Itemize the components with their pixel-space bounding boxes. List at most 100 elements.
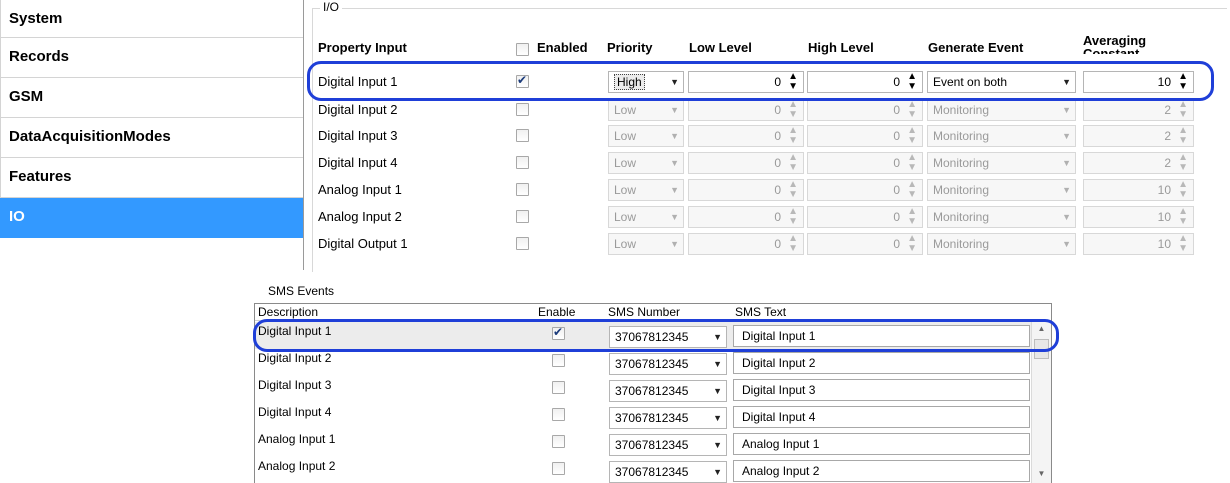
io-row-priority-select[interactable]: Low ▼ (608, 99, 684, 121)
io-row-generate-event-select[interactable]: Monitoring ▼ (927, 206, 1076, 228)
sidebar-item-features[interactable]: Features (0, 158, 303, 198)
spinner-arrows-icon[interactable]: ▲ ▼ (907, 153, 917, 173)
sms-row-number-select[interactable]: 37067812345 ▼ (609, 407, 727, 429)
io-row-enabled-checkbox[interactable] (516, 156, 529, 169)
sms-row-number-select[interactable]: 37067812345 ▼ (609, 380, 727, 402)
sms-row-number-select[interactable]: 37067812345 ▼ (609, 353, 727, 375)
io-row-averaging-spinner[interactable]: 10 ▲ ▼ (1083, 233, 1194, 255)
sms-row-enable-checkbox[interactable] (552, 408, 565, 421)
io-row-low-level-spinner[interactable]: 0 ▲ ▼ (688, 71, 804, 93)
sms-row-text-input[interactable]: Digital Input 2 (733, 352, 1030, 374)
sms-row[interactable]: Digital Input 2 37067812345 ▼ Digital Input… (255, 349, 1031, 376)
spinner-arrows-icon[interactable]: ▲ ▼ (1178, 180, 1188, 200)
io-row-high-level-spinner[interactable]: 0 ▲ ▼ (807, 206, 923, 228)
io-row-priority-select[interactable]: Low ▼ (608, 206, 684, 228)
io-row-enabled-checkbox[interactable] (516, 73, 529, 88)
scroll-up-icon[interactable]: ▲ (1032, 321, 1051, 337)
sms-header-enable: Enable (538, 305, 576, 319)
io-row-high-level-spinner[interactable]: 0 ▲ ▼ (807, 99, 923, 121)
sms-row-text-input[interactable]: Digital Input 4 (733, 406, 1030, 428)
spinner-arrows-icon[interactable]: ▲ ▼ (788, 153, 798, 173)
spinner-arrows-icon[interactable]: ▲ ▼ (1178, 234, 1188, 254)
io-row-priority-select[interactable]: Low ▼ (608, 233, 684, 255)
spinner-arrows-icon[interactable]: ▲ ▼ (1178, 153, 1188, 173)
spinner-arrows-icon[interactable]: ▲ ▼ (907, 180, 917, 200)
io-row-generate-event-select[interactable]: Monitoring ▼ (927, 125, 1076, 147)
io-row-averaging-spinner[interactable]: 10 ▲ ▼ (1083, 71, 1194, 93)
spinner-arrows-icon[interactable]: ▲ ▼ (907, 72, 917, 92)
io-row-high-level-spinner[interactable]: 0 ▲ ▼ (807, 71, 923, 93)
spinner-arrows-icon[interactable]: ▲ ▼ (788, 100, 798, 120)
sms-row-enable-checkbox[interactable] (552, 462, 565, 475)
spinner-arrows-icon[interactable]: ▲ ▼ (788, 72, 798, 92)
spinner-arrows-icon[interactable]: ▲ ▼ (1178, 72, 1188, 92)
sidebar-item-records[interactable]: Records (0, 38, 303, 78)
io-row-enabled-checkbox[interactable] (516, 103, 529, 116)
io-row-low-level-spinner[interactable]: 0 ▲ ▼ (688, 206, 804, 228)
sms-row-enable-checkbox[interactable] (552, 435, 565, 448)
io-row-low-level-spinner[interactable]: 0 ▲ ▼ (688, 99, 804, 121)
io-row-high-level-spinner[interactable]: 0 ▲ ▼ (807, 233, 923, 255)
sidebar-item-data-acquisition-modes[interactable]: DataAcquisitionModes (0, 118, 303, 158)
io-row-averaging-spinner[interactable]: 10 ▲ ▼ (1083, 179, 1194, 201)
spinner-arrows-icon[interactable]: ▲ ▼ (1178, 126, 1188, 146)
sms-row[interactable]: Digital Input 3 37067812345 ▼ Digital Input… (255, 376, 1031, 403)
io-row-averaging-spinner[interactable]: 2 ▲ ▼ (1083, 152, 1194, 174)
sms-row-enable-checkbox[interactable] (552, 325, 565, 340)
io-row-low-level-spinner[interactable]: 0 ▲ ▼ (688, 233, 804, 255)
io-row-priority-select[interactable]: High ▼ (608, 71, 684, 93)
sms-row-text-input[interactable]: Digital Input 3 (733, 379, 1030, 401)
io-row-priority-select[interactable]: Low ▼ (608, 179, 684, 201)
sms-row-text-input[interactable]: Digital Input 1 (733, 325, 1030, 347)
spinner-arrows-icon[interactable]: ▲ ▼ (788, 207, 798, 227)
spinner-arrows-icon[interactable]: ▲ ▼ (907, 100, 917, 120)
spinner-arrows-icon[interactable]: ▲ ▼ (788, 234, 798, 254)
sms-row-number-select[interactable]: 37067812345 ▼ (609, 434, 727, 456)
io-row-low-level-spinner[interactable]: 0 ▲ ▼ (688, 179, 804, 201)
io-row-enabled-checkbox[interactable] (516, 183, 529, 196)
spinner-arrows-icon[interactable]: ▲ ▼ (1178, 100, 1188, 120)
enabled-all-checkbox[interactable] (516, 43, 529, 56)
scroll-thumb[interactable] (1034, 339, 1049, 359)
io-row-high-level-spinner[interactable]: 0 ▲ ▼ (807, 179, 923, 201)
io-row-priority-select[interactable]: Low ▼ (608, 125, 684, 147)
io-row-enabled-checkbox[interactable] (516, 129, 529, 142)
io-row-averaging-spinner[interactable]: 2 ▲ ▼ (1083, 125, 1194, 147)
sms-row-text-input[interactable]: Analog Input 1 (733, 433, 1030, 455)
sms-row[interactable]: Analog Input 1 37067812345 ▼ Analog Input 1 (255, 430, 1031, 457)
sms-row[interactable]: Digital Input 1 37067812345 ▼ Digital Input… (255, 322, 1031, 349)
io-row-averaging-spinner[interactable]: 10 ▲ ▼ (1083, 206, 1194, 228)
io-row-high-level-spinner[interactable]: 0 ▲ ▼ (807, 125, 923, 147)
io-row-averaging-spinner[interactable]: 2 ▲ ▼ (1083, 99, 1194, 121)
spinner-arrows-icon[interactable]: ▲ ▼ (907, 126, 917, 146)
sidebar-item-io[interactable]: IO (0, 198, 303, 238)
sms-row-number-select[interactable]: 37067812345 ▼ (609, 461, 727, 483)
io-row-low-level-spinner[interactable]: 0 ▲ ▼ (688, 125, 804, 147)
sms-row-enable-checkbox[interactable] (552, 354, 565, 367)
scroll-down-icon[interactable]: ▼ (1032, 466, 1051, 482)
io-row-generate-event-select[interactable]: Monitoring ▼ (927, 233, 1076, 255)
spinner-arrows-icon[interactable]: ▲ ▼ (907, 234, 917, 254)
io-row-low-level-spinner[interactable]: 0 ▲ ▼ (688, 152, 804, 174)
sidebar-item-gsm[interactable]: GSM (0, 78, 303, 118)
sms-row[interactable]: Digital Input 4 37067812345 ▼ Digital Input… (255, 403, 1031, 430)
sms-row-enable-checkbox[interactable] (552, 381, 565, 394)
spinner-arrows-icon[interactable]: ▲ ▼ (788, 180, 798, 200)
io-row-priority-select[interactable]: Low ▼ (608, 152, 684, 174)
sms-row-number-value: 37067812345 (615, 330, 689, 344)
io-row-generate-event-select[interactable]: Event on both ▼ (927, 71, 1076, 93)
spinner-arrows-icon[interactable]: ▲ ▼ (1178, 207, 1188, 227)
spinner-arrows-icon[interactable]: ▲ ▼ (907, 207, 917, 227)
io-row-generate-event-select[interactable]: Monitoring ▼ (927, 152, 1076, 174)
io-row-enabled-checkbox[interactable] (516, 237, 529, 250)
io-row-generate-event-select[interactable]: Monitoring ▼ (927, 99, 1076, 121)
io-row-high-level-spinner[interactable]: 0 ▲ ▼ (807, 152, 923, 174)
io-row-enabled-checkbox[interactable] (516, 210, 529, 223)
sms-scrollbar[interactable]: ▲ ▼ (1031, 321, 1051, 483)
sms-row[interactable]: Analog Input 2 37067812345 ▼ Analog Input 2 (255, 457, 1031, 483)
sms-row-number-value: 37067812345 (615, 384, 689, 398)
spinner-arrows-icon[interactable]: ▲ ▼ (788, 126, 798, 146)
sidebar-item-system[interactable]: System (0, 0, 303, 38)
sms-row-number-select[interactable]: 37067812345 ▼ (609, 326, 727, 348)
io-row-generate-event-select[interactable]: Monitoring ▼ (927, 179, 1076, 201)
